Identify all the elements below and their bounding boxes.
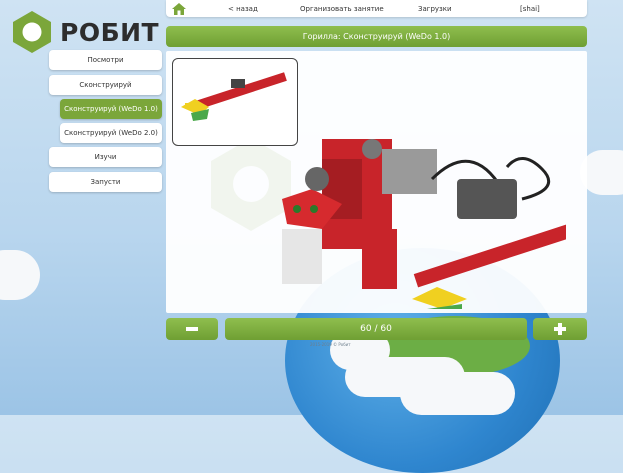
organize-lesson-link[interactable]: Организовать занятие xyxy=(296,5,388,13)
logo-hexagon-icon xyxy=(13,11,51,53)
previous-step-button[interactable] xyxy=(166,318,218,340)
plus-icon xyxy=(554,323,566,335)
brand-name: РОБИТ xyxy=(60,17,160,47)
back-link[interactable]: < назад xyxy=(224,5,262,13)
minus-icon xyxy=(186,327,198,331)
gorilla-model-image xyxy=(282,139,566,309)
step-counter: 60 / 60 xyxy=(225,318,527,340)
sidebar-item-build[interactable]: Сконструируй xyxy=(49,75,162,95)
next-step-button[interactable] xyxy=(533,318,587,340)
sidebar-item-learn[interactable]: Изучи xyxy=(49,147,162,167)
top-navigation: < назад Организовать занятие Загрузки [s… xyxy=(166,0,587,17)
sidebar-item-build-wedo2[interactable]: Сконструируй (WeDo 2.0) xyxy=(60,123,162,143)
footer-copyright: 2015-2019 © Робит xyxy=(310,342,351,347)
home-button[interactable] xyxy=(166,0,192,17)
user-link[interactable]: [shai] xyxy=(516,5,544,13)
home-icon xyxy=(172,2,186,15)
brand-logo[interactable]: РОБИТ xyxy=(10,10,162,54)
background-cloud xyxy=(0,250,40,300)
instruction-panel xyxy=(166,51,587,313)
downloads-link[interactable]: Загрузки xyxy=(414,5,456,13)
sidebar-item-view[interactable]: Посмотри xyxy=(49,50,162,70)
page-title: Горилла: Сконструируй (WeDo 1.0) xyxy=(166,26,587,47)
sidebar-item-launch[interactable]: Запусти xyxy=(49,172,162,192)
sidebar-item-build-wedo1[interactable]: Сконструируй (WeDo 1.0) xyxy=(60,99,162,119)
background-cloud xyxy=(400,372,515,415)
